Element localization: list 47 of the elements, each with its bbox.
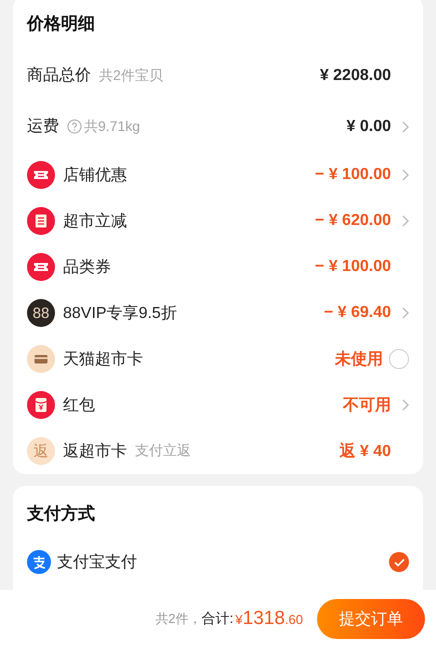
help-icon[interactable] [67, 119, 82, 134]
total-decimals: .60 [284, 612, 303, 626]
row-label: 返超市卡 [63, 442, 127, 462]
discount-icon [27, 207, 55, 235]
row-note: 共2件宝贝 [99, 66, 163, 84]
payment-method-label: 支付宝支付 [57, 552, 138, 572]
row-label: 天猫超市卡 [63, 350, 143, 370]
row-label: 商品总价 [27, 66, 91, 86]
coupon-icon [27, 161, 55, 189]
submit-order-button[interactable]: 提交订单 [317, 599, 425, 639]
row-note: 共9.71kg [84, 118, 140, 136]
row-value: − ¥ 100.00 [314, 166, 391, 184]
row-value: − ¥ 100.00 [314, 258, 391, 276]
badge-icon: 88 [27, 299, 55, 327]
row-label: 超市立减 [63, 212, 127, 232]
row-value: ¥ 2208.00 [320, 66, 391, 84]
payment-checkbox[interactable] [389, 552, 409, 572]
row-note: 支付立返 [135, 442, 191, 460]
row-label: 店铺优惠 [63, 166, 127, 186]
row-label: 品类券 [63, 258, 111, 278]
radio-button[interactable] [389, 349, 409, 369]
envelope-icon [27, 391, 55, 419]
card-icon [27, 345, 55, 373]
total-label: 合计: [202, 610, 234, 628]
section-title: 支付方式 [26, 502, 96, 524]
row-label: 88VIP专享9.5折 [63, 304, 177, 324]
item-count: 共2件， [155, 610, 202, 628]
check-icon [394, 558, 404, 566]
currency-symbol: ¥ [235, 612, 243, 626]
row-label: 运费 [27, 116, 59, 137]
chevron-right-icon[interactable] [402, 120, 409, 132]
row-value: − ¥ 620.00 [314, 212, 391, 230]
chevron-right-icon[interactable] [402, 169, 409, 181]
row-value: − ¥ 69.40 [324, 304, 391, 322]
row-value: 未使用 [335, 350, 383, 370]
chevron-right-icon[interactable] [402, 307, 409, 319]
badge-icon: 返 [27, 437, 55, 465]
row-value: ¥ 0.00 [346, 118, 391, 136]
row-label: 红包 [63, 396, 95, 416]
section-title: 价格明细 [26, 12, 96, 34]
total-amount: 1318 [242, 608, 285, 630]
row-value: 返 ¥ 40 [339, 441, 391, 462]
chevron-right-icon[interactable] [402, 215, 409, 227]
alipay-icon [27, 550, 51, 574]
chevron-right-icon[interactable] [402, 399, 409, 411]
row-value: 不可用 [343, 396, 391, 416]
coupon-icon [27, 253, 55, 281]
